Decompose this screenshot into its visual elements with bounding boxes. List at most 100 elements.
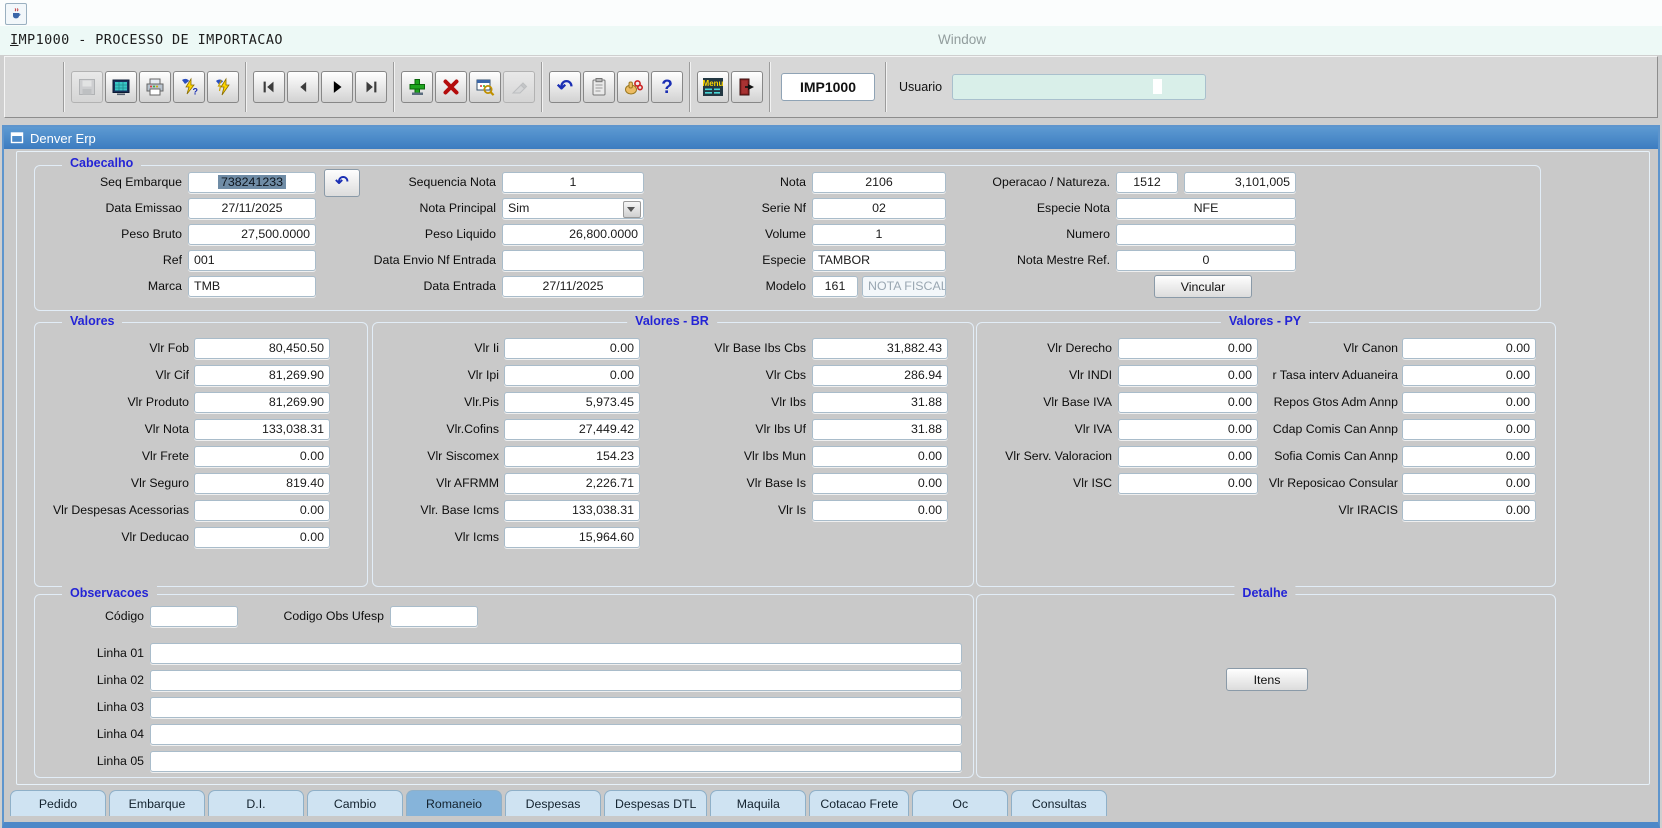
vlr-isc-field[interactable]: 0.00 <box>1118 473 1258 494</box>
vlr-ibs-field[interactable]: 31.88 <box>812 392 948 413</box>
execute-help-button[interactable]: ? <box>173 71 205 103</box>
help-button[interactable]: ? <box>651 71 683 103</box>
peso-liquido-field[interactable]: 26,800.0000 <box>502 224 644 245</box>
vlr-icms-field[interactable]: 15,964.60 <box>504 527 640 548</box>
vlr-frete-field[interactable]: 0.00 <box>194 446 330 467</box>
vlr-cif-field[interactable]: 81,269.90 <box>194 365 330 386</box>
tab-embarque[interactable]: Embarque <box>109 790 205 816</box>
frame-title-bar[interactable]: Denver Erp <box>4 127 1658 149</box>
vlr-indi-field[interactable]: 0.00 <box>1118 365 1258 386</box>
screen-button[interactable] <box>105 71 137 103</box>
serie-nf-field[interactable]: 02 <box>812 198 946 219</box>
vlr-canon-field[interactable]: 0.00 <box>1402 338 1536 359</box>
data-envio-nf-entrada-field[interactable] <box>502 250 644 271</box>
nota-principal-dropdown[interactable]: Sim <box>502 198 644 219</box>
vlr-pis-field[interactable]: 5,973.45 <box>504 392 640 413</box>
java-app-button[interactable] <box>5 3 27 25</box>
nota-field[interactable]: 2106 <box>812 172 946 193</box>
vlr-cbs-field[interactable]: 286.94 <box>812 365 948 386</box>
vlr-is-field[interactable]: 0.00 <box>812 500 948 521</box>
clipboard-button[interactable] <box>583 71 615 103</box>
sequencia-nota-field[interactable]: 1 <box>502 172 644 193</box>
seq-embarque-field[interactable]: 738241233 <box>188 172 316 193</box>
last-record-button[interactable] <box>355 71 387 103</box>
modelo-field[interactable]: 161 <box>812 276 858 297</box>
vlr-seguro-field[interactable]: 819.40 <box>194 473 330 494</box>
exit-button[interactable] <box>731 71 763 103</box>
linha-04-field[interactable] <box>150 724 962 745</box>
peso-bruto-field[interactable]: 27,500.0000 <box>188 224 316 245</box>
clear-button[interactable] <box>503 71 535 103</box>
tab-oc[interactable]: Oc <box>912 790 1008 816</box>
tab-maquila[interactable]: Maquila <box>710 790 806 816</box>
vlr-ibs-mun-field[interactable]: 0.00 <box>812 446 948 467</box>
linha-02-field[interactable] <box>150 670 962 691</box>
vlr-deducao-field[interactable]: 0.00 <box>194 527 330 548</box>
linha-01-field[interactable] <box>150 643 962 664</box>
execute-button[interactable] <box>207 71 239 103</box>
menu-button[interactable]: Menu <box>697 71 729 103</box>
tab-despesas[interactable]: Despesas <box>505 790 601 816</box>
vlr-despesas-acessorias-field[interactable]: 0.00 <box>194 500 330 521</box>
tab-cotacao-frete[interactable]: Cotacao Frete <box>809 790 909 816</box>
vlr-ipi-field[interactable]: 0.00 <box>504 365 640 386</box>
vlr-siscomex-field[interactable]: 154.23 <box>504 446 640 467</box>
undo-button[interactable]: ↶ <box>549 71 581 103</box>
vlr-ii-field[interactable]: 0.00 <box>504 338 640 359</box>
vlr-reposicao-consular-field[interactable]: 0.00 <box>1402 473 1536 494</box>
vlr-tasa-interv-aduaneira-field[interactable]: 0.00 <box>1402 365 1536 386</box>
itens-button[interactable]: Itens <box>1226 668 1308 691</box>
vlr-cofins-field[interactable]: 27,449.42 <box>504 419 640 440</box>
codigo-obs-ufesp-field[interactable] <box>390 606 478 627</box>
vlr-serv-valoracion-field[interactable]: 0.00 <box>1118 446 1258 467</box>
especie-nota-field[interactable]: NFE <box>1116 198 1296 219</box>
vlr-base-is-field[interactable]: 0.00 <box>812 473 948 494</box>
repos-gtos-adm-annp-field[interactable]: 0.00 <box>1402 392 1536 413</box>
menu-window[interactable]: Window <box>938 32 986 47</box>
vincular-button[interactable]: Vincular <box>1154 275 1252 298</box>
vlr-iracis-field[interactable]: 0.00 <box>1402 500 1536 521</box>
vlr-produto-field[interactable]: 81,269.90 <box>194 392 330 413</box>
tab-despesas-dtl[interactable]: Despesas DTL <box>604 790 707 816</box>
tab-cambio[interactable]: Cambio <box>307 790 403 816</box>
tab-di[interactable]: D.I. <box>208 790 304 816</box>
print-button[interactable] <box>139 71 171 103</box>
vlr-nota-field[interactable]: 133,038.31 <box>194 419 330 440</box>
codigo-field[interactable] <box>150 606 238 627</box>
commit-button[interactable] <box>617 71 649 103</box>
previous-record-button[interactable] <box>287 71 319 103</box>
chevron-down-icon[interactable] <box>623 201 641 218</box>
marca-field[interactable]: TMB <box>188 276 316 297</box>
linha-05-field[interactable] <box>150 751 962 772</box>
tab-romaneio[interactable]: Romaneio <box>406 790 502 816</box>
vlr-ibs-uf-field[interactable]: 31.88 <box>812 419 948 440</box>
vlr-derecho-field[interactable]: 0.00 <box>1118 338 1258 359</box>
volume-field[interactable]: 1 <box>812 224 946 245</box>
first-record-button[interactable] <box>253 71 285 103</box>
vlr-base-ibs-cbs-field[interactable]: 31,882.43 <box>812 338 948 359</box>
usuario-field[interactable] <box>952 74 1206 100</box>
save-button[interactable] <box>71 71 103 103</box>
vlr-fob-field[interactable]: 80,450.50 <box>194 338 330 359</box>
linha-03-field[interactable] <box>150 697 962 718</box>
delete-record-button[interactable] <box>435 71 467 103</box>
vlr-base-icms-field[interactable]: 133,038.31 <box>504 500 640 521</box>
tab-consultas[interactable]: Consultas <box>1011 790 1107 816</box>
operacao-field[interactable]: 1512 <box>1116 172 1178 193</box>
insert-record-button[interactable] <box>401 71 433 103</box>
ref-field[interactable]: 001 <box>188 250 316 271</box>
query-button[interactable] <box>469 71 501 103</box>
cdap-comis-can-annp-field[interactable]: 0.00 <box>1402 419 1536 440</box>
numero-field[interactable] <box>1116 224 1296 245</box>
vlr-iva-field[interactable]: 0.00 <box>1118 419 1258 440</box>
sofia-comis-can-annp-field[interactable]: 0.00 <box>1402 446 1536 467</box>
data-entrada-field[interactable]: 27/11/2025 <box>502 276 644 297</box>
next-record-button[interactable] <box>321 71 353 103</box>
vlr-afrmm-field[interactable]: 2,226.71 <box>504 473 640 494</box>
natureza-field[interactable]: 3,101,005 <box>1184 172 1296 193</box>
vlr-base-iva-field[interactable]: 0.00 <box>1118 392 1258 413</box>
tab-pedido[interactable]: Pedido <box>10 790 106 816</box>
especie-field[interactable]: TAMBOR <box>812 250 946 271</box>
nota-mestre-ref-field[interactable]: 0 <box>1116 250 1296 271</box>
data-emissao-field[interactable]: 27/11/2025 <box>188 198 316 219</box>
